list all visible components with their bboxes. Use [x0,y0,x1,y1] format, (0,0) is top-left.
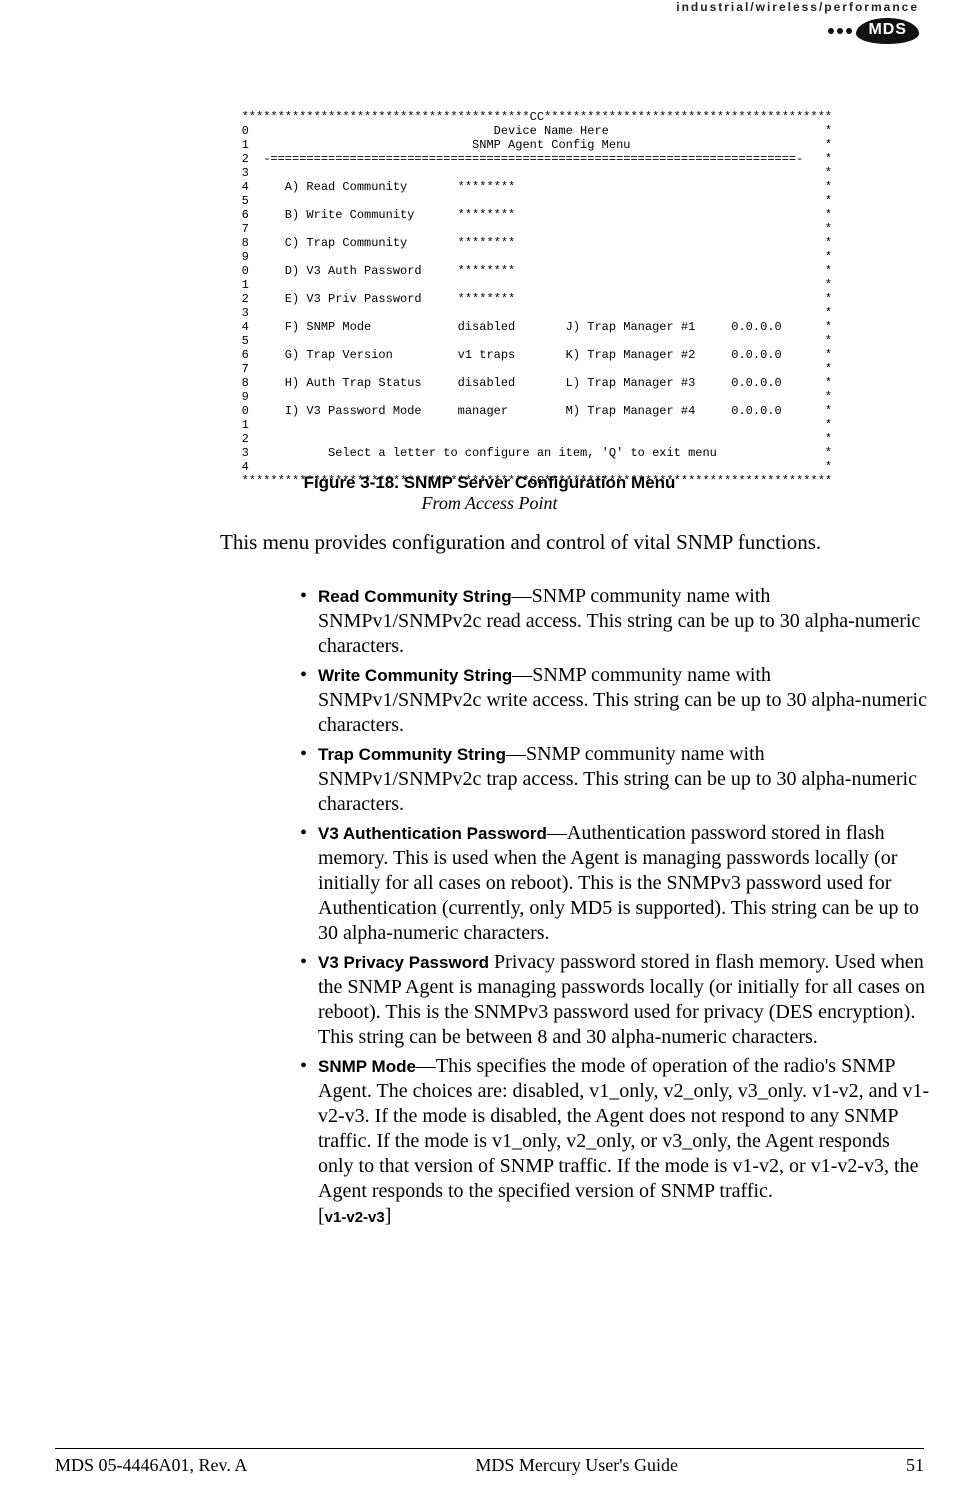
dot-icon [837,28,843,34]
param-label: Write Community String [318,666,512,685]
logo-dots [825,28,852,34]
param-label: V3 Privacy Password [318,953,489,972]
param-label: SNMP Mode [318,1057,416,1076]
list-item: V3 Privacy Password Privacy password sto… [300,950,930,1050]
list-item: Read Community String—SNMP community nam… [300,584,930,659]
bracket-open: [ [318,1205,325,1227]
param-label: Read Community String [318,587,512,606]
bullet-list: Read Community String—SNMP community nam… [300,584,930,1234]
list-item: Write Community String—SNMP community na… [300,663,930,738]
logo-mds: MDS [856,18,919,44]
header-tagline: industrial/wireless/performance [676,0,919,14]
figure-title: Figure 3-18. SNMP Server Configuration M… [304,473,676,492]
terminal-screenshot: ****************************************… [220,110,860,488]
footer-left: MDS 05-4446A01, Rev. A [55,1455,247,1476]
header: industrial/wireless/performance MDS [676,0,919,44]
dot-icon [846,28,852,34]
dot-icon [828,28,834,34]
param-default: v1-v2-v3 [325,1209,385,1226]
list-item: SNMP Mode—This specifies the mode of ope… [300,1054,930,1230]
figure-caption: Figure 3-18. SNMP Server Configuration M… [0,472,979,514]
page-footer: MDS 05-4446A01, Rev. A MDS Mercury User'… [55,1448,924,1476]
list-item: Trap Community String—SNMP community nam… [300,742,930,817]
list-item: V3 Authentication Password—Authenticatio… [300,821,930,946]
intro-paragraph: This menu provides configuration and con… [220,530,920,555]
bracket-close: ] [385,1205,392,1227]
param-label: V3 Authentication Password [318,824,547,843]
footer-right: 51 [906,1455,924,1476]
param-label: Trap Community String [318,745,506,764]
figure-subtitle: From Access Point [422,493,558,513]
logo-area: MDS [676,18,919,44]
param-text: —This specifies the mode of operation of… [318,1055,929,1202]
footer-center: MDS Mercury User's Guide [475,1455,678,1476]
